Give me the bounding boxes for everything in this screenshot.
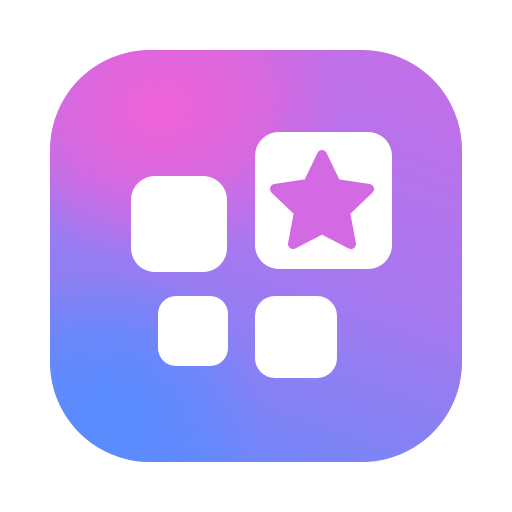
small-app-tile-icon xyxy=(158,296,228,366)
medium-app-tile-icon xyxy=(255,296,337,378)
apps-grid-with-star-icon xyxy=(131,132,392,378)
large-app-tile-icon xyxy=(131,176,227,272)
icon-canvas xyxy=(0,0,512,512)
